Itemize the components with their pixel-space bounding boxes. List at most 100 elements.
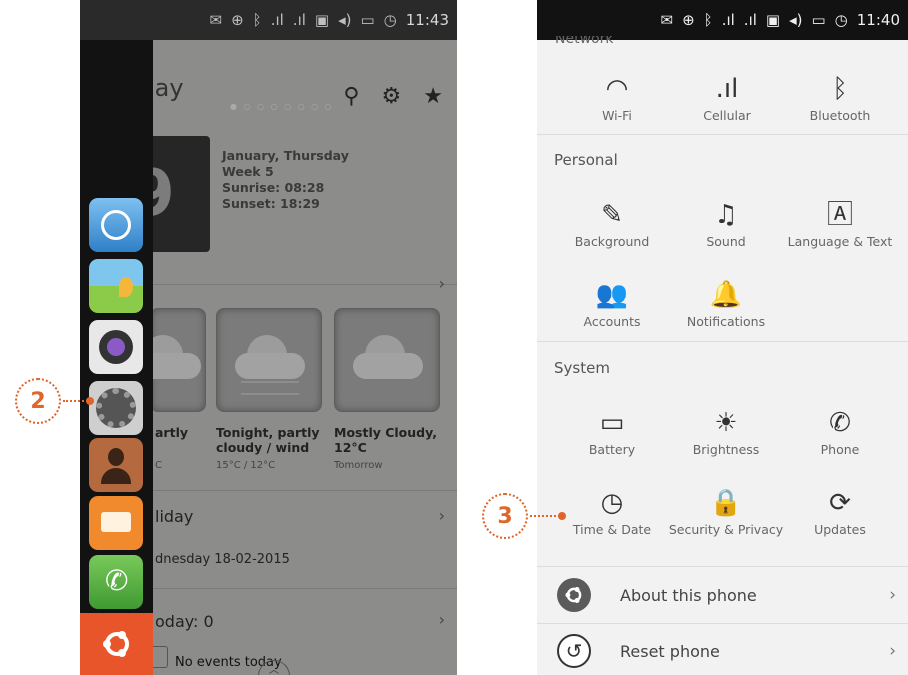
item-label: Sound xyxy=(706,234,746,249)
settings-brightness[interactable]: ☀ Brightness xyxy=(666,404,786,457)
search-icon[interactable]: ⚲ xyxy=(343,84,359,109)
lock-icon: 🔒 xyxy=(709,488,743,518)
right-phone-screen: ✉ ⊕ ᛒ .ıl .ıl ▣ ◂) ▭ ◷ 11:40 Network ◠ W… xyxy=(537,0,908,675)
status-time: 11:40 xyxy=(856,11,900,29)
item-label: Security & Privacy xyxy=(668,522,784,537)
camera-icon[interactable] xyxy=(89,320,143,374)
wind-lines xyxy=(241,381,299,395)
status-bar[interactable]: ✉ ⊕ ᛒ .ıl .ıl ▣ ◂) ▭ ◷ 11:40 xyxy=(537,0,908,40)
settings-notifications[interactable]: 🔔 Notifications xyxy=(666,276,786,329)
divider xyxy=(140,588,457,589)
bluetooth-icon: ᛒ xyxy=(703,11,713,29)
weather-label: Mostly Cloudy, 12°C xyxy=(334,425,438,455)
settings-accounts[interactable]: 👥 Accounts xyxy=(552,276,672,329)
status-bar[interactable]: ✉ ⊕ ᛒ .ıl .ıl ▣ ◂) ▭ ◷ 11:43 xyxy=(80,0,457,40)
chevron-right-icon[interactable]: › xyxy=(439,610,445,629)
updates-icon: ⟳ xyxy=(829,488,851,518)
divider xyxy=(140,284,457,285)
bell-icon: 🔔 xyxy=(709,280,743,310)
star-icon[interactable]: ★ xyxy=(423,84,443,109)
reset-phone-row[interactable]: ↺ Reset phone › xyxy=(537,623,908,675)
weather-sub: C xyxy=(155,460,162,471)
weather-label: Tonight, partly cloudy / wind xyxy=(216,425,320,455)
signal-icon: .ıl xyxy=(270,11,284,29)
signal-icon-2: .ıl xyxy=(743,11,757,29)
chevron-right-icon[interactable]: › xyxy=(439,506,445,525)
3g-icon: ▣ xyxy=(765,11,781,29)
signal-icon-2: .ıl xyxy=(292,11,306,29)
volume-icon: ◂) xyxy=(338,11,352,29)
accounts-icon: 👥 xyxy=(595,280,629,310)
date-line: January, Thursday xyxy=(222,148,349,163)
weather-sub: 15°C / 12°C xyxy=(216,460,276,471)
location-icon: ⊕ xyxy=(682,11,695,29)
settings-security[interactable]: 🔒 Security & Privacy xyxy=(666,484,786,537)
weather-tile[interactable] xyxy=(334,308,440,412)
section-title-system: System xyxy=(554,359,610,377)
message-icon: ✉ xyxy=(209,11,223,29)
settings-bluetooth[interactable]: ᛒ Bluetooth xyxy=(780,70,900,123)
chevron-right-icon[interactable]: › xyxy=(439,274,445,293)
page-title: lay xyxy=(148,74,184,102)
item-label: Bluetooth xyxy=(809,108,871,123)
item-label: Updates xyxy=(814,522,866,537)
keyboard-icon: 🄰 xyxy=(826,200,853,230)
browser-icon[interactable] xyxy=(89,198,143,252)
phone-icon[interactable]: ✆ xyxy=(89,555,143,609)
network-section-title: Network xyxy=(555,36,614,46)
about-label: About this phone xyxy=(620,585,757,605)
wifi-icon: ◠ xyxy=(605,74,629,104)
phone-icon: ✆ xyxy=(829,408,851,438)
weather-label: artly xyxy=(155,425,189,440)
settings-battery[interactable]: ▭ Battery xyxy=(552,404,672,457)
events-header[interactable]: oday: 0 xyxy=(155,612,214,631)
clock-calendar-icon: ◷ xyxy=(600,488,624,518)
item-label: Notifications xyxy=(686,314,766,329)
gallery-icon[interactable] xyxy=(89,259,143,313)
sunset-line: Sunset: 18:29 xyxy=(222,196,320,211)
settings-wifi[interactable]: ◠ Wi-Fi xyxy=(557,70,677,123)
settings-updates[interactable]: ⟳ Updates xyxy=(780,484,900,537)
settings-cellular[interactable]: .ıl Cellular xyxy=(667,70,787,123)
weather-tile[interactable] xyxy=(131,308,206,412)
sunrise-line: Sunrise: 08:28 xyxy=(222,180,325,195)
chevron-right-icon: › xyxy=(889,585,896,605)
volume-icon: ◂) xyxy=(789,11,803,29)
brightness-icon: ☀ xyxy=(714,408,738,438)
bluetooth-icon: ᛒ xyxy=(252,11,262,29)
weather-tile[interactable] xyxy=(216,308,322,412)
gear-icon[interactable]: ⚙ xyxy=(382,84,402,109)
divider xyxy=(140,490,457,491)
settings-time-date[interactable]: ◷ Time & Date xyxy=(552,484,672,537)
callout-line xyxy=(530,515,560,517)
holiday-header[interactable]: liday xyxy=(155,507,193,526)
system-settings-icon[interactable] xyxy=(89,381,143,435)
header-actions: ⚲ ⚙ ★ xyxy=(343,84,443,109)
ubuntu-logo-icon xyxy=(557,578,591,612)
item-label: Background xyxy=(574,234,650,249)
date-info: January, Thursday Week 5 Sunrise: 08:28 … xyxy=(222,148,349,212)
week-line: Week 5 xyxy=(222,164,274,179)
ubuntu-home-button[interactable] xyxy=(80,613,153,675)
callout-line xyxy=(63,400,88,402)
item-label: Brightness xyxy=(692,442,760,457)
item-label: Battery xyxy=(588,442,636,457)
settings-background[interactable]: ✎ Background xyxy=(552,196,672,249)
weather-sub: Tomorrow xyxy=(334,460,383,471)
settings-phone[interactable]: ✆ Phone xyxy=(780,404,900,457)
3g-icon: ▣ xyxy=(314,11,330,29)
location-icon: ⊕ xyxy=(231,11,244,29)
battery-icon: ▭ xyxy=(360,11,375,29)
messaging-icon[interactable] xyxy=(89,496,143,550)
cloud-icon xyxy=(353,335,423,379)
section-title-personal: Personal xyxy=(554,151,618,169)
settings-language[interactable]: 🄰 Language & Text xyxy=(780,196,900,249)
about-phone-row[interactable]: About this phone › xyxy=(537,567,908,623)
item-label: Phone xyxy=(820,442,860,457)
cloud-wind-icon xyxy=(235,335,305,379)
item-label: Accounts xyxy=(583,314,641,329)
item-label: Wi-Fi xyxy=(602,108,632,123)
settings-sound[interactable]: ♫ Sound xyxy=(666,196,786,249)
contacts-icon[interactable] xyxy=(89,438,143,492)
clock-icon: ◷ xyxy=(834,11,848,29)
